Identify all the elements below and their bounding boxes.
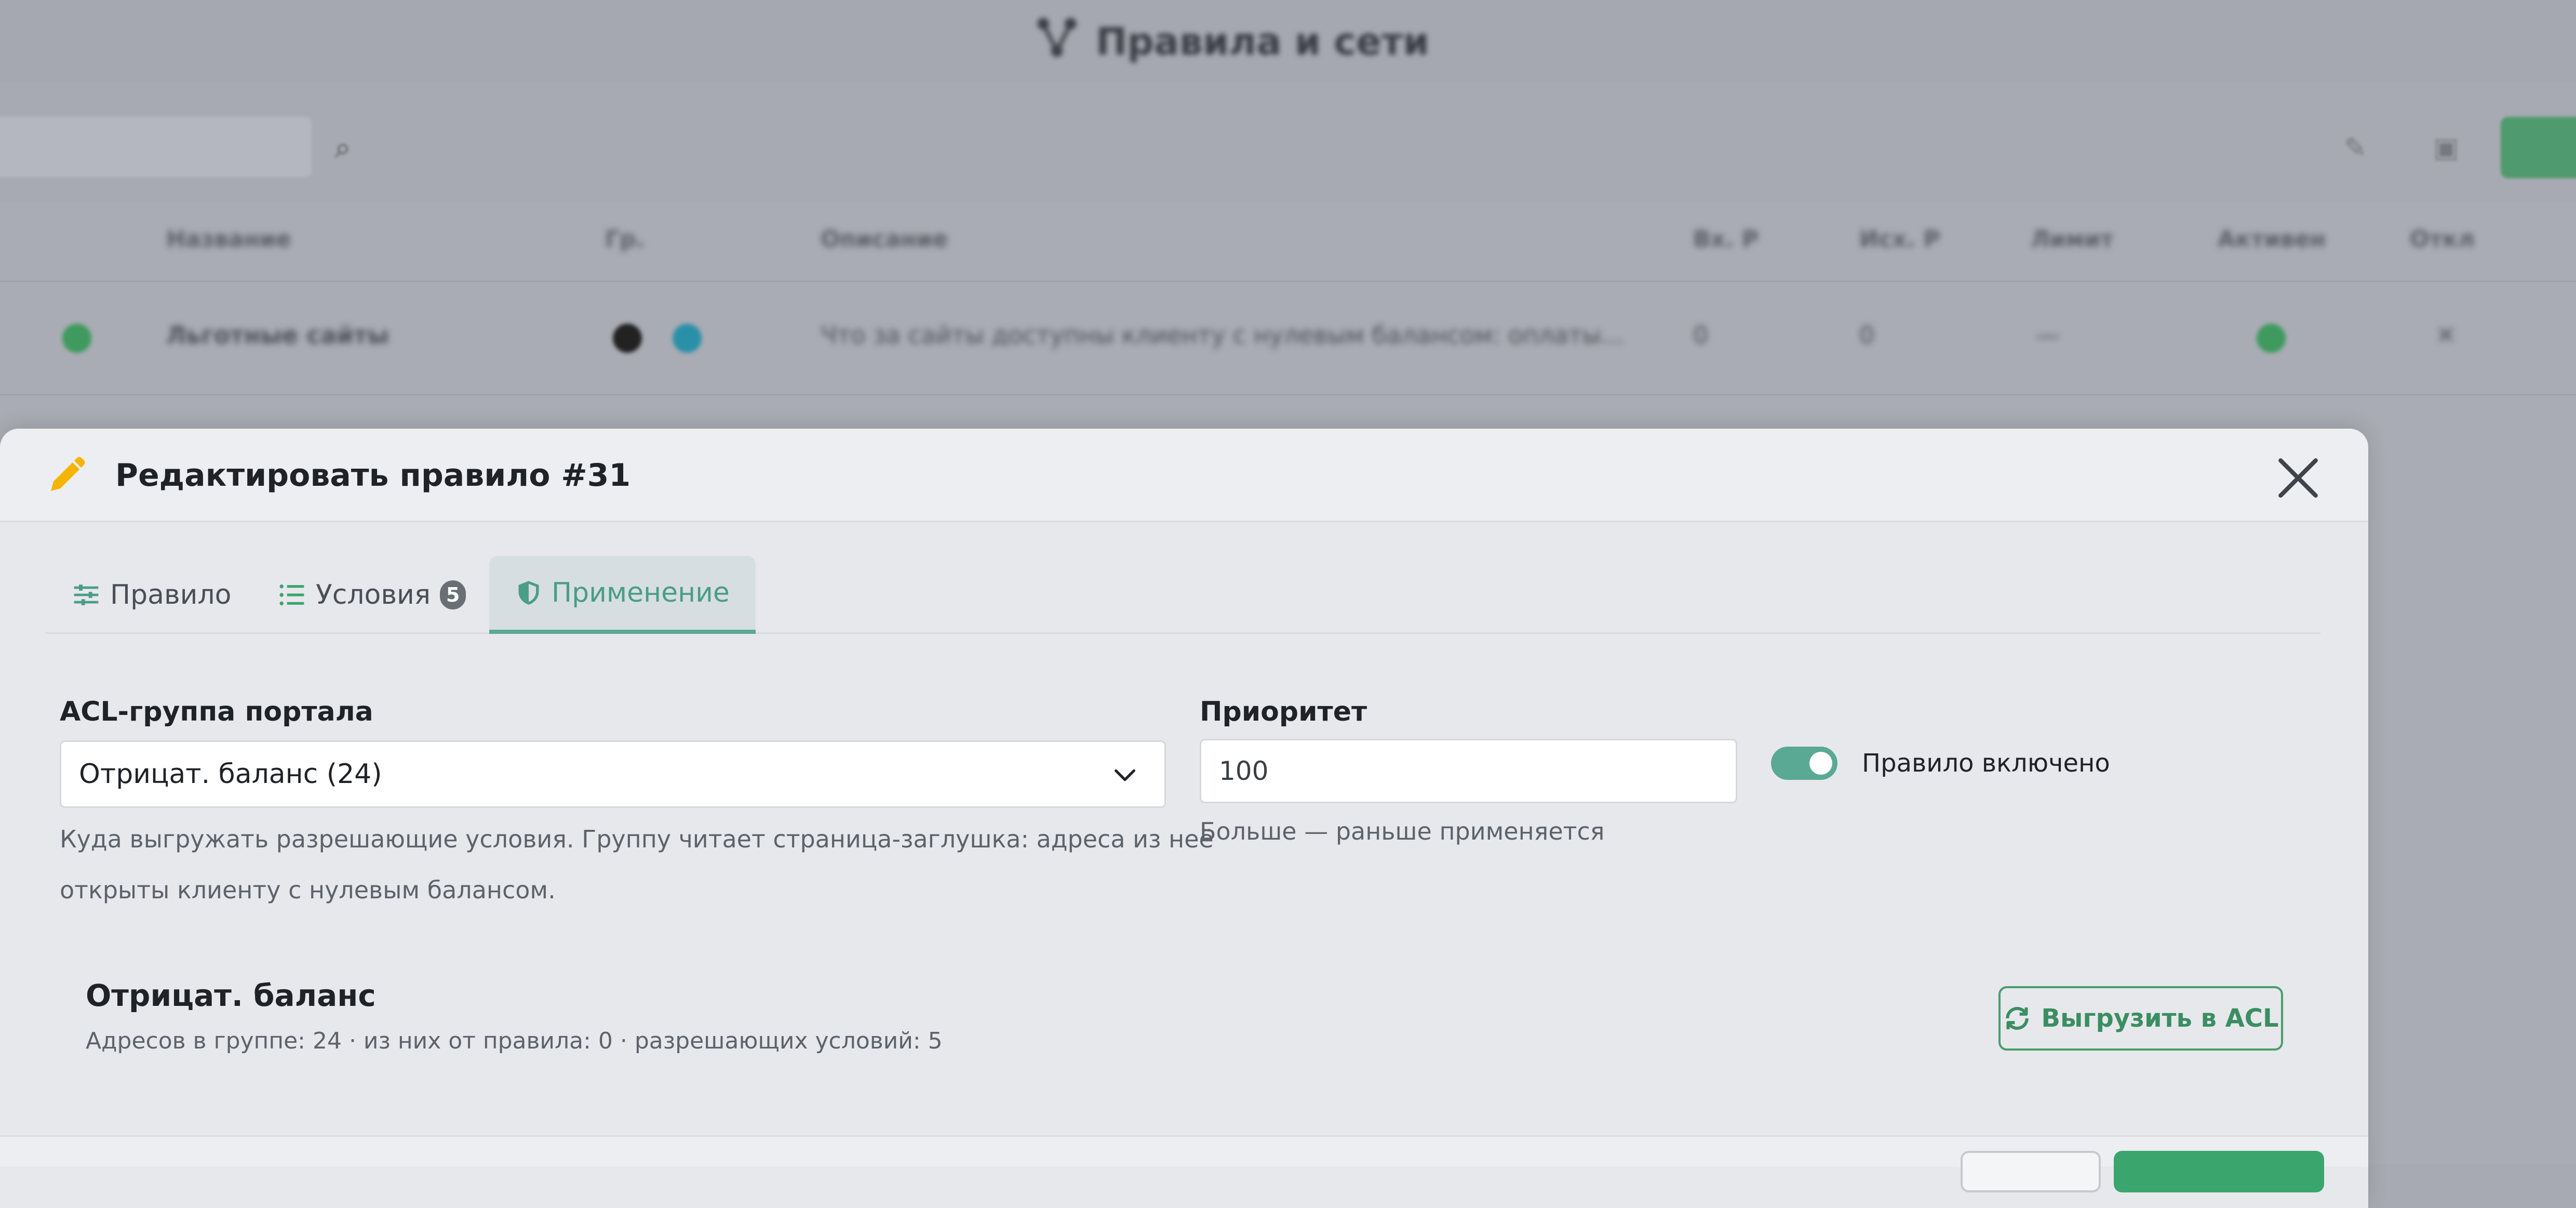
search-icon[interactable]: ⌕ (317, 125, 369, 171)
column-header: Исх. P (1859, 226, 1940, 253)
sliders-icon (74, 585, 99, 605)
toggle-knob (1809, 752, 1832, 775)
column-header: Вх. P (1693, 226, 1759, 253)
group-dot (613, 324, 642, 353)
add-button[interactable] (2501, 117, 2576, 178)
column-header: Откл (2410, 226, 2475, 253)
app-title-text: Правила и сети (1096, 20, 1429, 63)
status-dot (62, 324, 91, 353)
export-to-acl-button[interactable]: Выгрузить в ACL (1998, 986, 2283, 1051)
group-dot (673, 324, 702, 353)
export-button-label: Выгрузить в ACL (2041, 1004, 2279, 1033)
acl-group-select[interactable]: Отрицат. баланс (24) (60, 740, 1166, 808)
column-header: Название (166, 226, 291, 253)
tab-label: Условия (316, 579, 431, 610)
tab-label: Правило (110, 579, 232, 610)
modal-tabs: Правило Условия 5 Применение (46, 556, 2320, 634)
toolbar (0, 83, 2576, 203)
table-row[interactable]: Льготные сайты Что за сайты доступны кли… (0, 281, 2576, 394)
row-description: Что за сайты доступны клиенту с нулевым … (821, 321, 1624, 349)
column-header: Активен (2218, 226, 2326, 253)
modal-title: Редактировать правило #31 (115, 457, 631, 494)
shield-icon (518, 581, 539, 605)
tab-apply[interactable]: Применение (489, 556, 756, 634)
refresh-icon (2006, 1006, 2029, 1030)
tab-conditions[interactable]: Условия 5 (251, 556, 492, 634)
acl-help-line2: открыты клиенту с нулевым балансом. (60, 876, 556, 904)
column-header: Лимит (2031, 226, 2114, 253)
column-header: Гр. (605, 226, 645, 253)
priority-input[interactable] (1200, 739, 1737, 803)
conditions-count-badge: 5 (440, 580, 466, 609)
row-name: Льготные сайты (166, 321, 389, 349)
tab-rule[interactable]: Правило (46, 556, 257, 634)
close-icon[interactable] (2275, 455, 2322, 501)
active-dot (2257, 324, 2286, 353)
column-header: Описание (821, 226, 948, 253)
acl-group-summary-stats: Адресов в группе: 24 · из них от правила… (86, 1028, 943, 1054)
priority-label: Приоритет (1200, 696, 1367, 727)
acl-group-selected: Отрицат. баланс (24) (79, 759, 382, 790)
acl-group-label: ACL-группа портала (60, 696, 373, 727)
modal-header: Редактировать правило #31 (0, 429, 2368, 522)
pencil-icon (51, 457, 85, 491)
search-input[interactable] (0, 117, 312, 177)
priority-help: Больше — раньше применяется (1200, 817, 1605, 845)
row-delete-icon[interactable]: ✕ (2436, 321, 2456, 349)
delete-icon[interactable]: ▣ (2423, 125, 2470, 171)
row-out-p: 0 (1859, 321, 1875, 349)
cancel-button[interactable] (1961, 1151, 2101, 1192)
list-icon (279, 584, 304, 606)
app-title: Правила и сети (1034, 18, 1429, 63)
acl-help-line1: Куда выгружать разрешающие условия. Груп… (60, 825, 1214, 853)
row-in-p: 0 (1693, 321, 1709, 349)
row-limit: — (2036, 321, 2060, 349)
save-button[interactable] (2114, 1151, 2324, 1192)
chevron-down-icon (1115, 769, 1135, 781)
rule-enabled-toggle[interactable] (1771, 747, 1837, 780)
rule-enabled-label: Правило включено (1862, 749, 2110, 778)
network-icon (1034, 14, 1080, 70)
tab-label: Применение (552, 577, 730, 608)
acl-group-summary-title: Отрицат. баланс (86, 978, 376, 1013)
edit-icon[interactable]: ✎ (2332, 125, 2379, 171)
